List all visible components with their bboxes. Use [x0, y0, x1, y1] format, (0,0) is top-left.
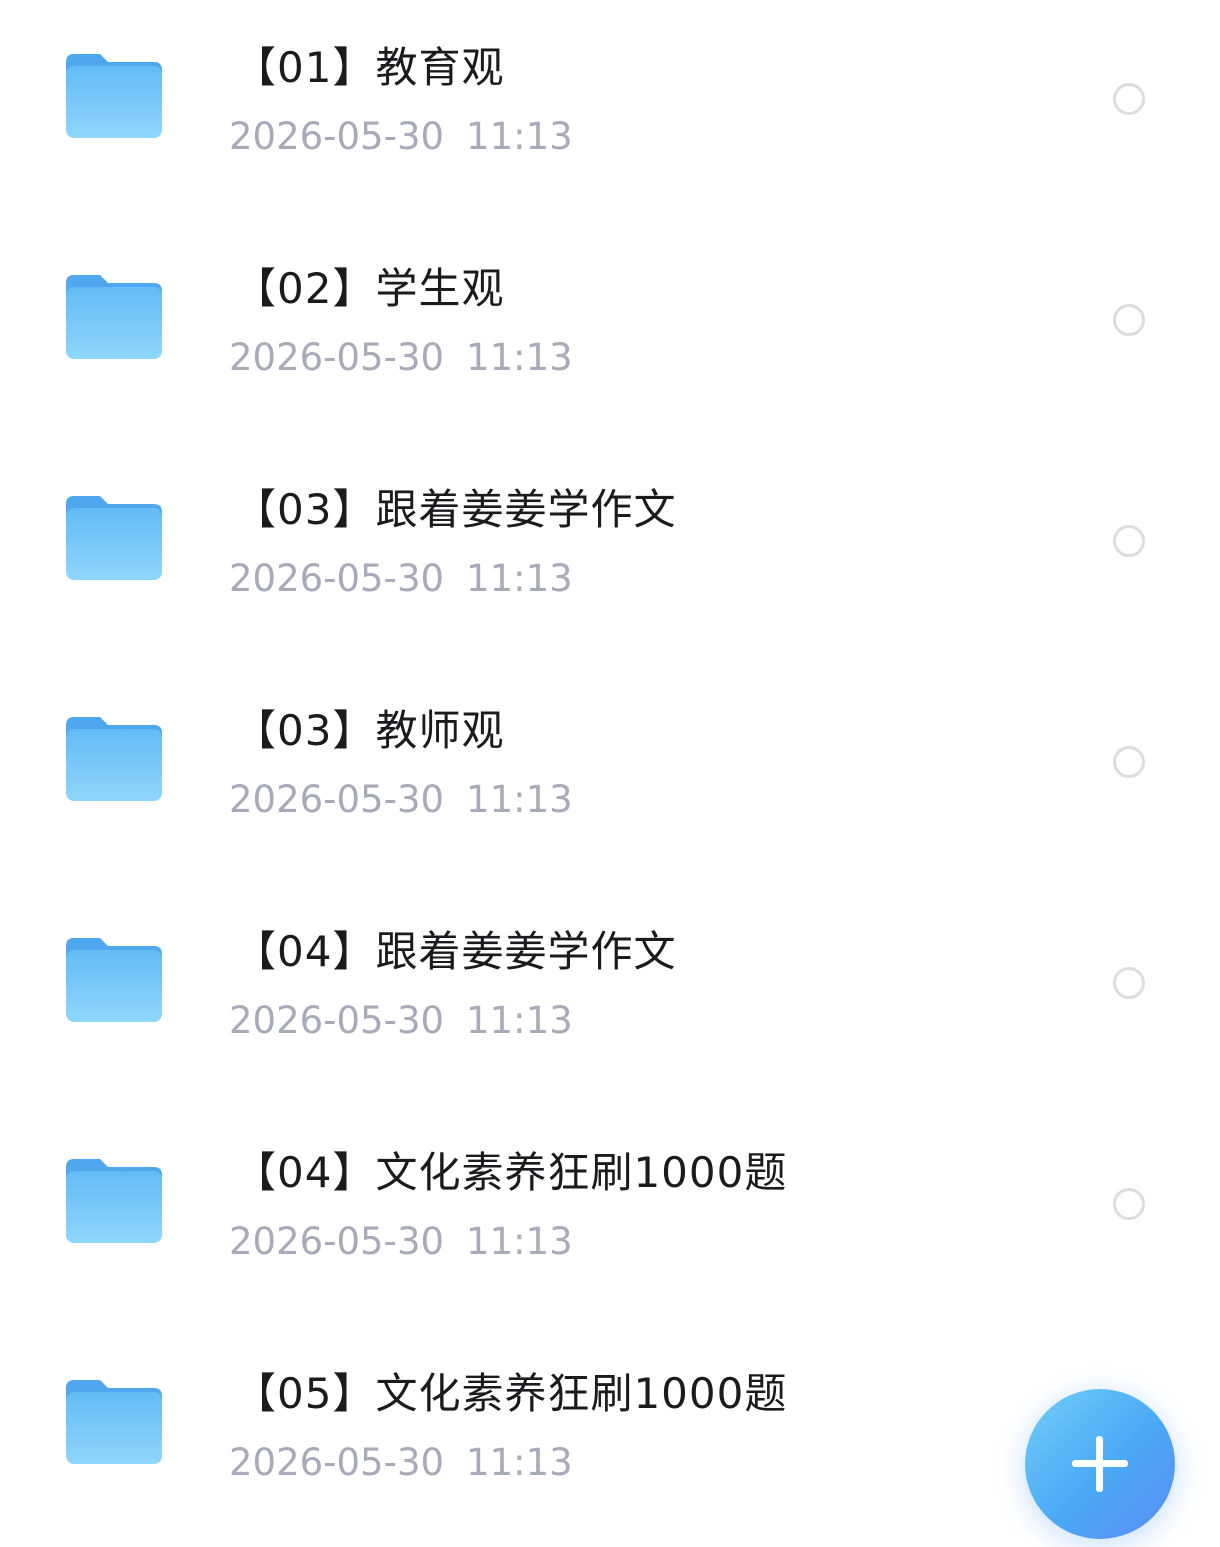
select-checkbox[interactable]: [1113, 1188, 1145, 1220]
folder-time: 11:13: [466, 115, 573, 158]
folder-modified: 2026-05-30 11:13: [229, 555, 573, 603]
folder-modified: 2026-05-30 11:13: [229, 113, 573, 161]
folder-title: 【03】跟着姜姜学作文: [234, 485, 677, 534]
folder-icon: [66, 54, 162, 138]
folder-row[interactable]: 【02】学生观 2026-05-30 11:13: [0, 221, 1220, 442]
select-checkbox[interactable]: [1113, 83, 1145, 115]
folder-time: 11:13: [466, 778, 573, 821]
folder-time: 11:13: [466, 336, 573, 379]
folder-icon: [66, 1380, 162, 1464]
folder-icon: [66, 275, 162, 359]
folder-icon: [66, 938, 162, 1022]
folder-date: 2026-05-30: [229, 1220, 445, 1263]
folder-title: 【02】学生观: [234, 264, 505, 313]
folder-modified: 2026-05-30 11:13: [229, 776, 573, 824]
folder-date: 2026-05-30: [229, 999, 445, 1042]
folder-row[interactable]: 【01】教育观 2026-05-30 11:13: [0, 0, 1220, 221]
folder-icon: [66, 496, 162, 580]
folder-row[interactable]: 【03】教师观 2026-05-30 11:13: [0, 663, 1220, 884]
folder-modified: 2026-05-30 11:13: [229, 1439, 573, 1487]
select-checkbox[interactable]: [1113, 967, 1145, 999]
folder-date: 2026-05-30: [229, 778, 445, 821]
folder-time: 11:13: [466, 999, 573, 1042]
select-checkbox[interactable]: [1113, 525, 1145, 557]
folder-date: 2026-05-30: [229, 115, 445, 158]
folder-time: 11:13: [466, 1220, 573, 1263]
folder-date: 2026-05-30: [229, 336, 445, 379]
select-checkbox[interactable]: [1113, 746, 1145, 778]
folder-row[interactable]: 【04】文化素养狂刷1000题 2026-05-30 11:13: [0, 1105, 1220, 1326]
select-checkbox[interactable]: [1113, 304, 1145, 336]
folder-time: 11:13: [466, 1441, 573, 1484]
folder-icon: [66, 1159, 162, 1243]
plus-icon-stem: [1096, 1436, 1103, 1492]
folder-row[interactable]: 【04】跟着姜姜学作文 2026-05-30 11:13: [0, 884, 1220, 1105]
folder-modified: 2026-05-30 11:13: [229, 997, 573, 1045]
folder-icon: [66, 717, 162, 801]
folder-date: 2026-05-30: [229, 1441, 445, 1484]
file-list: 【01】教育观 2026-05-30 11:13 【02】学生观 2026-05-…: [0, 0, 1220, 1529]
folder-title: 【03】教师观: [234, 706, 505, 755]
folder-title: 【04】文化素养狂刷1000题: [234, 1148, 788, 1197]
folder-title: 【05】文化素养狂刷1000题: [234, 1369, 788, 1418]
folder-modified: 2026-05-30 11:13: [229, 334, 573, 382]
folder-modified: 2026-05-30 11:13: [229, 1218, 573, 1266]
folder-time: 11:13: [466, 557, 573, 600]
folder-title: 【04】跟着姜姜学作文: [234, 927, 677, 976]
folder-date: 2026-05-30: [229, 557, 445, 600]
add-button[interactable]: [1025, 1389, 1175, 1539]
folder-title: 【01】教育观: [234, 43, 505, 92]
folder-row[interactable]: 【03】跟着姜姜学作文 2026-05-30 11:13: [0, 442, 1220, 663]
